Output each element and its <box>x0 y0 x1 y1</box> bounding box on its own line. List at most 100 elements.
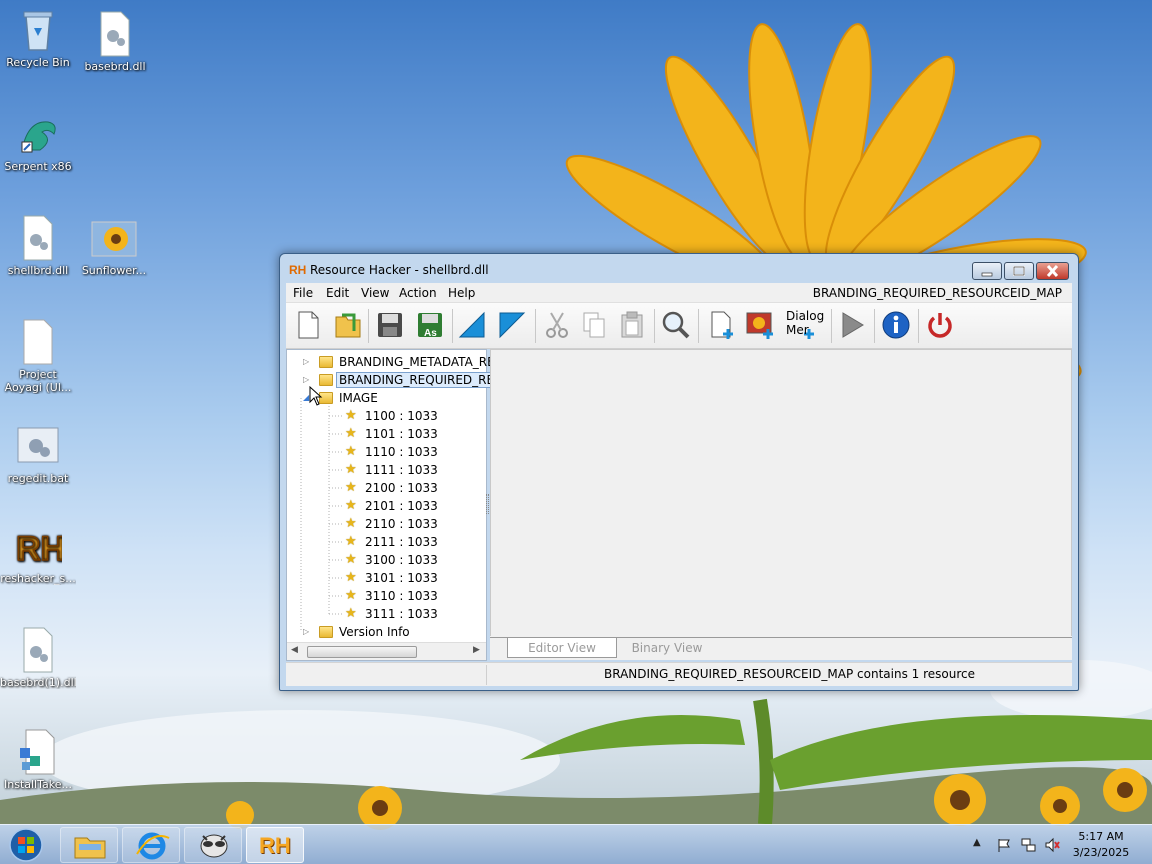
desktop-icon-reshacker[interactable]: RH reshacker_s... <box>0 522 76 585</box>
tree-item-image-2111[interactable]: ★ 2111 : 1033 <box>345 533 438 551</box>
desktop-icon-serpent[interactable]: Serpent x86 <box>0 110 76 173</box>
expand-arrow-icon[interactable]: ▷ <box>303 353 313 371</box>
desktop-icon-shellbrd-dll[interactable]: shellbrd.dll <box>0 214 76 277</box>
taskbar-app-raccoon-button[interactable] <box>184 827 242 863</box>
folder-icon <box>319 374 333 386</box>
compile-button[interactable] <box>456 309 488 341</box>
file-explorer-icon <box>74 837 106 859</box>
paste-button[interactable] <box>616 309 648 341</box>
taskbar-internet-explorer-button[interactable] <box>122 827 180 863</box>
volume-muted-icon[interactable] <box>1044 837 1060 853</box>
save-as-button[interactable]: As <box>414 309 446 341</box>
tree-item-image-1111[interactable]: ★ 1111 : 1033 <box>345 461 438 479</box>
play-icon <box>842 312 864 338</box>
tree-item-image-2101[interactable]: ★ 2101 : 1033 <box>345 497 438 515</box>
desktop-icon-regedit-bat[interactable]: regedit.bat <box>0 422 76 485</box>
star-icon: ★ <box>345 606 357 621</box>
add-blank-resource-button[interactable] <box>706 309 738 341</box>
taskbar-explorer-button[interactable] <box>60 827 118 863</box>
tree-item-version-info[interactable]: ▷ Version Info <box>303 623 410 641</box>
desktop-icon-basebrd-dll[interactable]: basebrd.dll <box>77 10 153 73</box>
tree-item-label: 2110 : 1033 <box>365 517 438 531</box>
open-file-button[interactable] <box>332 309 364 341</box>
toolbar-separator <box>368 309 369 343</box>
taskbar-resource-hacker-button[interactable]: RH <box>246 827 304 863</box>
new-file-button[interactable] <box>292 309 324 341</box>
cut-button[interactable] <box>541 309 573 341</box>
minimize-button[interactable] <box>972 262 1002 280</box>
resource-hacker-logo-icon: RH <box>259 833 291 858</box>
desktop-icon-label: Project <box>19 368 57 381</box>
menu-action[interactable]: Action <box>399 286 437 300</box>
info-icon <box>882 311 910 339</box>
tree-item-image-3111[interactable]: ★ 3111 : 1033 <box>345 605 438 623</box>
desktop-icon-project[interactable]: Project Aoyagi (Ul... <box>0 318 76 394</box>
export-button[interactable] <box>496 309 528 341</box>
close-icon <box>1046 264 1059 278</box>
maximize-icon <box>1013 266 1025 276</box>
find-button[interactable] <box>660 309 692 341</box>
expand-arrow-icon[interactable]: ▷ <box>303 623 313 641</box>
tree-item-label: 3110 : 1033 <box>365 589 438 603</box>
tree-item-image-1110[interactable]: ★ 1110 : 1033 <box>345 443 438 461</box>
network-icon[interactable] <box>1020 837 1036 853</box>
system-clock[interactable]: 5:17 AM 3/23/2025 <box>1071 829 1131 861</box>
menu-view[interactable]: View <box>361 286 389 300</box>
desktop-icon-label: InstallTake... <box>4 778 72 791</box>
toolbar-separator <box>452 309 453 343</box>
menu-file[interactable]: File <box>293 286 313 300</box>
tree-item-image-2110[interactable]: ★ 2110 : 1033 <box>345 515 438 533</box>
start-button[interactable] <box>4 826 48 864</box>
tab-editor-view[interactable]: Editor View <box>507 638 617 658</box>
save-button[interactable] <box>374 309 406 341</box>
desktop-icon-label: regedit.bat <box>7 472 69 485</box>
action-center-flag-icon[interactable] <box>996 837 1012 853</box>
maximize-button[interactable] <box>1004 262 1034 280</box>
tree-item-image-1100[interactable]: ★ 1100 : 1033 <box>345 407 438 425</box>
copy-button[interactable] <box>578 309 610 341</box>
export-arrow-icon <box>499 312 526 339</box>
tree-item-image-1101[interactable]: ★ 1101 : 1033 <box>345 425 438 443</box>
add-image-resource-button[interactable] <box>744 309 776 341</box>
tree-item-image-3100[interactable]: ★ 3100 : 1033 <box>345 551 438 569</box>
new-file-icon <box>298 311 319 339</box>
dialog-menu-button[interactable]: Dialog Mer <box>784 309 824 341</box>
scrollbar-thumb[interactable] <box>307 646 417 658</box>
about-button[interactable] <box>880 309 912 341</box>
menu-help[interactable]: Help <box>448 286 475 300</box>
tree-item-label: 1111 : 1033 <box>365 463 438 477</box>
dll-file-icon <box>91 10 139 58</box>
panel-splitter-handle[interactable] <box>486 494 489 514</box>
taskbar: RH ▲ 5:17 AM 3/23/2025 <box>0 824 1152 864</box>
tab-binary-view[interactable]: Binary View <box>617 638 717 658</box>
desktop-icon-recycle-bin[interactable]: Recycle Bin <box>0 6 76 69</box>
tree-item-image-2100[interactable]: ★ 2100 : 1033 <box>345 479 438 497</box>
run-script-button[interactable] <box>836 309 868 341</box>
menu-label: Mer <box>786 323 809 337</box>
tree-horizontal-scrollbar[interactable]: ◀ ▶ <box>287 642 486 660</box>
star-icon: ★ <box>345 588 357 603</box>
scroll-right-icon[interactable]: ▶ <box>473 645 480 655</box>
menu-bar: File Edit View Action Help BRANDING_REQU… <box>286 283 1072 303</box>
tree-item-image[interactable]: ◢ IMAGE <box>303 389 378 407</box>
star-icon: ★ <box>345 444 357 459</box>
desktop-icon-basebrd1-dll[interactable]: basebrd(1).dll <box>0 626 76 689</box>
tree-item-image-3110[interactable]: ★ 3110 : 1033 <box>345 587 438 605</box>
batch-file-icon <box>14 422 62 470</box>
close-button[interactable] <box>1036 262 1069 280</box>
desktop-icon-sunflower[interactable]: Sunflower... <box>76 214 152 277</box>
menu-edit[interactable]: Edit <box>326 286 349 300</box>
tree-item-branding-metadata[interactable]: ▷ BRANDING_METADATA_RE <box>303 353 495 371</box>
desktop-icon-installtake[interactable]: InstallTake... <box>0 728 76 791</box>
mouse-cursor-icon <box>309 386 323 406</box>
window-titlebar[interactable]: RH Resource Hacker - shellbrd.dll <box>280 254 1078 284</box>
show-hidden-icons-chevron-icon[interactable]: ▲ <box>973 837 989 853</box>
tree-item-image-3101[interactable]: ★ 3101 : 1033 <box>345 569 438 587</box>
scroll-left-icon[interactable]: ◀ <box>291 645 298 655</box>
editor-panel[interactable] <box>490 349 1072 639</box>
desktop-icon-label: Sunflower... <box>81 264 147 277</box>
tree-item-branding-required[interactable]: ▷ BRANDING_REQUIRED_RES <box>303 371 505 389</box>
exit-button[interactable] <box>924 309 956 341</box>
add-image-resource-icon <box>746 312 773 339</box>
tree-item-label: 1110 : 1033 <box>365 445 438 459</box>
